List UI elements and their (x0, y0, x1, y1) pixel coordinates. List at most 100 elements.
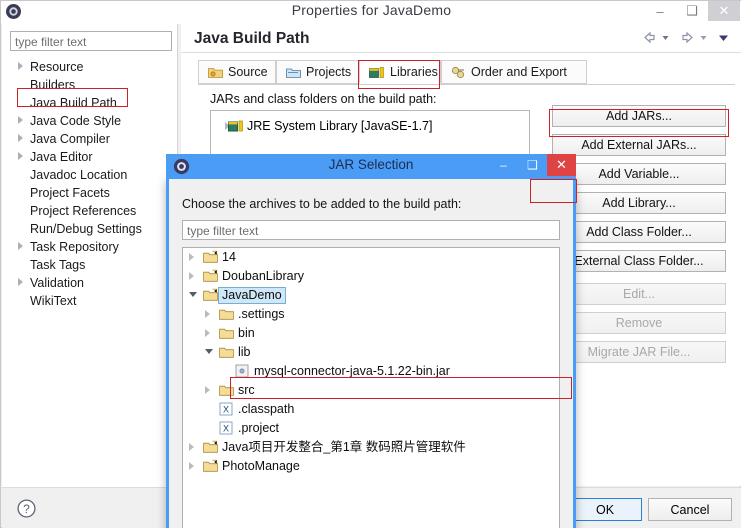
jar-dialog-maximize-button[interactable]: ❑ (518, 154, 547, 176)
expand-twisty-icon[interactable] (18, 134, 23, 142)
button-label: Edit... (623, 287, 655, 301)
button-add-library[interactable]: Add Library... (552, 192, 726, 214)
expand-twisty-icon[interactable] (18, 242, 23, 250)
list-item-jre-library[interactable]: JRE System Library [JavaSE-1.7] (211, 117, 529, 135)
sidebar-filter-input[interactable]: type filter text (10, 31, 172, 51)
tree-item[interactable]: JavaDemo (183, 286, 559, 305)
tree-item[interactable]: .settings (183, 305, 559, 324)
menu-chevron-down-icon[interactable] (718, 30, 733, 45)
expand-twisty-icon[interactable] (205, 386, 210, 394)
sidebar-item-project-references[interactable]: Project References (2, 202, 178, 220)
tab-order-and-export[interactable]: Order and Export (441, 60, 587, 84)
tree-item[interactable]: lib (183, 343, 559, 362)
svg-text:X: X (223, 405, 229, 415)
tree-item[interactable]: X .project (183, 419, 559, 438)
tree-item-label: 14 (222, 250, 236, 264)
tab-libraries[interactable]: Libraries (359, 60, 441, 84)
xml-file-icon: X (219, 421, 234, 436)
tree-item-label: .settings (238, 307, 285, 321)
source-folder-icon (208, 66, 223, 79)
minimize-button[interactable]: – (644, 1, 676, 21)
tabstrip-baseline (198, 84, 735, 85)
settings-sidebar: type filter text Resource Builders Java Bu… (2, 24, 178, 528)
sidebar-item-java-editor[interactable]: Java Editor (2, 148, 178, 166)
button-add-variable[interactable]: Add Variable... (552, 163, 726, 185)
sidebar-item-javadoc-location[interactable]: Javadoc Location (2, 166, 178, 184)
forward-dropdown-icon[interactable] (699, 30, 714, 45)
expand-twisty-icon[interactable] (205, 310, 210, 318)
button-label: Add Library... (602, 196, 676, 210)
sidebar-item-task-repository[interactable]: Task Repository (2, 238, 178, 256)
project-folder-icon (203, 459, 218, 474)
title-divider (181, 52, 741, 53)
project-folder-icon (203, 269, 218, 284)
tree-item-label: PhotoManage (222, 459, 300, 473)
window-titlebar: Properties for JavaDemo – ❑ ✕ (1, 1, 741, 24)
tree-item[interactable]: Java项目开发整合_第1章 数码照片管理软件 (183, 438, 559, 457)
sidebar-item-project-facets[interactable]: Project Facets (2, 184, 178, 202)
tree-item-label: .project (238, 421, 279, 435)
projects-icon (286, 66, 301, 79)
sidebar-item-java-code-style[interactable]: Java Code Style (2, 112, 178, 130)
expand-twisty-icon[interactable] (189, 272, 194, 280)
tree-item[interactable]: X .classpath (183, 400, 559, 419)
sidebar-item-java-compiler[interactable]: Java Compiler (2, 130, 178, 148)
jar-dialog-titlebar: JAR Selection – ❑ ✕ (166, 154, 576, 179)
expand-twisty-icon[interactable] (18, 278, 23, 286)
sidebar-item-label: Javadoc Location (30, 168, 128, 182)
tree-item[interactable]: PhotoManage (183, 457, 559, 476)
sidebar-item-label: Project Facets (30, 186, 110, 200)
collapse-twisty-icon[interactable] (205, 349, 213, 354)
tree-item[interactable]: 14 (183, 248, 559, 267)
help-question-icon[interactable]: ? (16, 498, 37, 519)
button-label: Add Class Folder... (586, 225, 692, 239)
expand-twisty-icon[interactable] (189, 462, 194, 470)
tree-item[interactable]: bin (183, 324, 559, 343)
sidebar-item-validation[interactable]: Validation (2, 274, 178, 292)
tree-item[interactable]: src (183, 381, 559, 400)
project-folder-icon (203, 250, 218, 265)
sidebar-item-task-tags[interactable]: Task Tags (2, 256, 178, 274)
button-add-external-jars[interactable]: Add External JARs... (552, 134, 726, 156)
order-export-icon (451, 66, 466, 79)
tab-label: Source (228, 65, 268, 79)
sidebar-item-label: Task Tags (30, 258, 86, 272)
tab-source[interactable]: Source (198, 60, 276, 84)
tree-item[interactable]: mysql-connector-java-5.1.22-bin.jar (183, 362, 559, 381)
maximize-button[interactable]: ❑ (676, 1, 708, 21)
button-add-class-folder[interactable]: Add Class Folder... (552, 221, 726, 243)
button-add-jars[interactable]: Add JARs... (552, 105, 726, 127)
expand-twisty-icon[interactable] (189, 443, 194, 451)
ok-button[interactable]: OK (568, 498, 642, 521)
jar-dialog-prompt: Choose the archives to be added to the b… (182, 197, 462, 211)
tab-projects[interactable]: Projects (276, 60, 360, 84)
sidebar-item-run-debug-settings[interactable]: Run/Debug Settings (2, 220, 178, 238)
button-label: Add Variable... (598, 167, 680, 181)
forward-arrow-icon[interactable] (680, 30, 695, 45)
sidebar-item-resource[interactable]: Resource (2, 58, 178, 76)
back-dropdown-icon[interactable] (661, 30, 676, 45)
cancel-button[interactable]: Cancel (648, 498, 732, 521)
jar-dialog-tree[interactable]: 14 DoubanLibrary JavaDemo .settings bin lib my… (182, 247, 560, 528)
screen: Properties for JavaDemo – ❑ ✕ type filte… (0, 0, 741, 528)
sidebar-item-java-build-path[interactable]: Java Build Path (2, 94, 178, 112)
page-nav-controls (642, 30, 733, 45)
jar-dialog-minimize-button[interactable]: – (489, 154, 518, 176)
expand-twisty-icon[interactable] (189, 253, 194, 261)
button-external-class-folder[interactable]: External Class Folder... (552, 250, 726, 272)
expand-twisty-icon[interactable] (18, 116, 23, 124)
jar-dialog-body: Choose the archives to be added to the b… (169, 179, 573, 528)
expand-twisty-icon[interactable] (18, 152, 23, 160)
jar-dialog-filter-input[interactable]: type filter text (182, 220, 560, 240)
tree-item-label: mysql-connector-java-5.1.22-bin.jar (254, 364, 450, 378)
back-arrow-icon[interactable] (642, 30, 657, 45)
sidebar-item-wikitext[interactable]: WikiText (2, 292, 178, 310)
close-button[interactable]: ✕ (708, 1, 740, 21)
jar-dialog-close-button[interactable]: ✕ (547, 154, 576, 176)
sidebar-item-builders[interactable]: Builders (2, 76, 178, 94)
sidebar-item-label: Project References (30, 204, 137, 218)
expand-twisty-icon[interactable] (18, 62, 23, 70)
collapse-twisty-icon[interactable] (189, 292, 197, 297)
tree-item[interactable]: DoubanLibrary (183, 267, 559, 286)
expand-twisty-icon[interactable] (205, 329, 210, 337)
